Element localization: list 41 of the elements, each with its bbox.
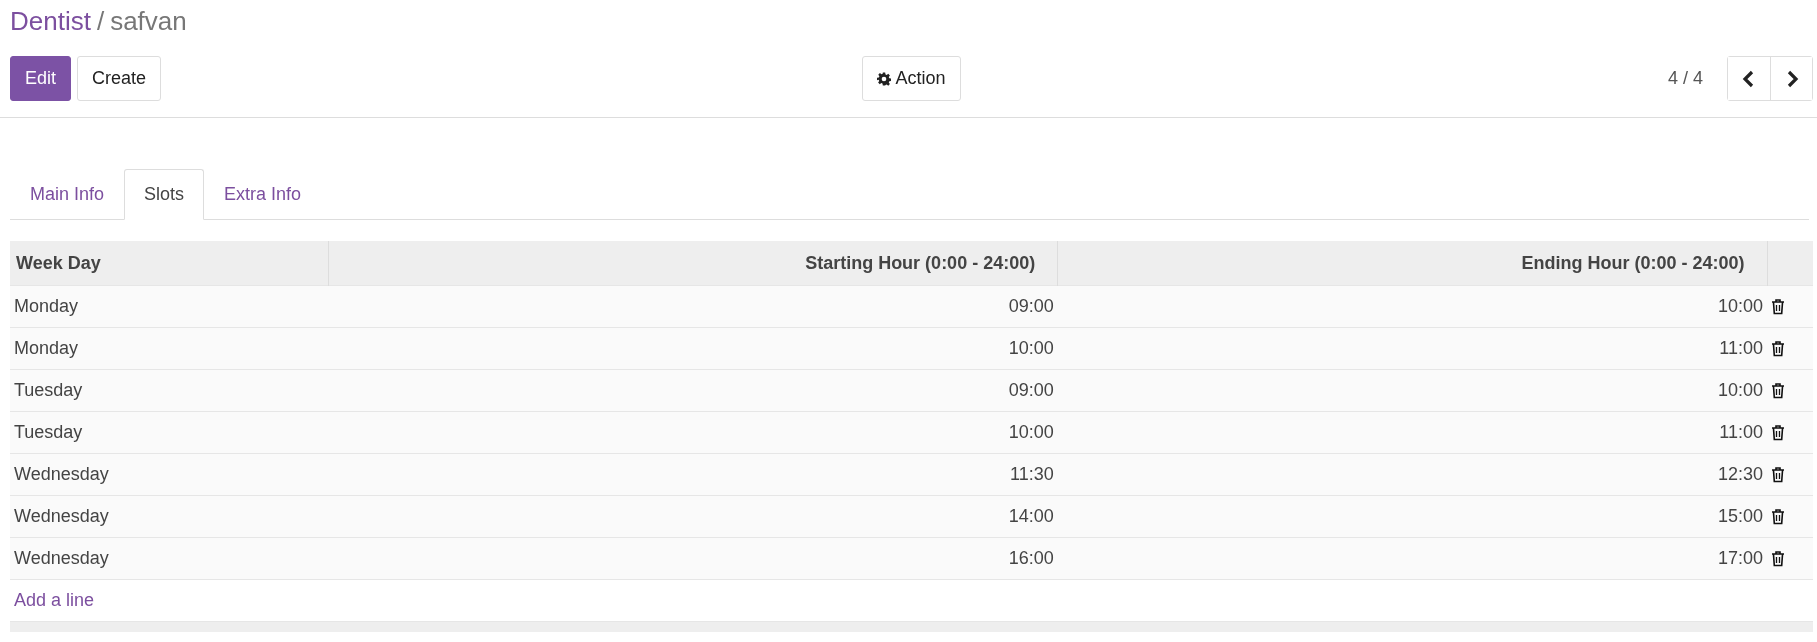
next-button[interactable] bbox=[1770, 57, 1812, 100]
table-cell: 11:00 bbox=[1057, 411, 1767, 454]
table-cell: Tuesday bbox=[10, 411, 329, 454]
action-button[interactable]: Action bbox=[862, 56, 961, 101]
pager-counter: 4 / 4 bbox=[1667, 68, 1703, 89]
trash-icon[interactable] bbox=[1771, 508, 1785, 525]
table-cell: 11:00 bbox=[1057, 327, 1767, 370]
column-header: Week Day bbox=[10, 241, 329, 286]
table-cell: Monday bbox=[10, 285, 329, 328]
add-line-link[interactable]: Add a line bbox=[14, 590, 95, 610]
tab[interactable]: Extra Info bbox=[204, 169, 322, 220]
breadcrumb-current: safvan bbox=[110, 6, 187, 37]
trash-icon[interactable] bbox=[1771, 340, 1785, 357]
table-cell: Wednesday bbox=[10, 495, 329, 538]
edit-button[interactable]: Edit bbox=[10, 56, 72, 101]
create-button[interactable]: Create bbox=[77, 56, 162, 101]
breadcrumb-separator: / bbox=[96, 6, 105, 37]
table-cell: 10:00 bbox=[328, 411, 1058, 454]
table-cell: 14:00 bbox=[328, 495, 1058, 538]
breadcrumb-link[interactable]: Dentist bbox=[10, 6, 91, 37]
trash-icon[interactable] bbox=[1771, 550, 1785, 567]
trash-icon[interactable] bbox=[1771, 424, 1785, 441]
table-cell: 09:00 bbox=[328, 369, 1058, 412]
trash-icon[interactable] bbox=[1771, 466, 1785, 483]
table-cell: 15:00 bbox=[1057, 495, 1767, 538]
trash-icon[interactable] bbox=[1771, 382, 1785, 399]
table-cell: 10:00 bbox=[1057, 369, 1767, 412]
trash-icon[interactable] bbox=[1771, 298, 1785, 315]
tab[interactable]: Slots bbox=[124, 169, 205, 220]
column-header: Ending Hour (0:00 - 24:00) bbox=[1057, 241, 1767, 286]
table-cell: Monday bbox=[10, 327, 329, 370]
table-cell: 10:00 bbox=[1057, 285, 1767, 328]
table-cell: 10:00 bbox=[328, 327, 1058, 370]
table-cell: 09:00 bbox=[328, 285, 1058, 328]
table-cell: 12:30 bbox=[1057, 453, 1767, 496]
table-cell: Tuesday bbox=[10, 369, 329, 412]
column-header: Starting Hour (0:00 - 24:00) bbox=[328, 241, 1058, 286]
table-cell: Wednesday bbox=[10, 453, 329, 496]
tab[interactable]: Main Info bbox=[10, 169, 125, 220]
gear-icon bbox=[877, 71, 892, 86]
table-cell: 11:30 bbox=[328, 453, 1058, 496]
